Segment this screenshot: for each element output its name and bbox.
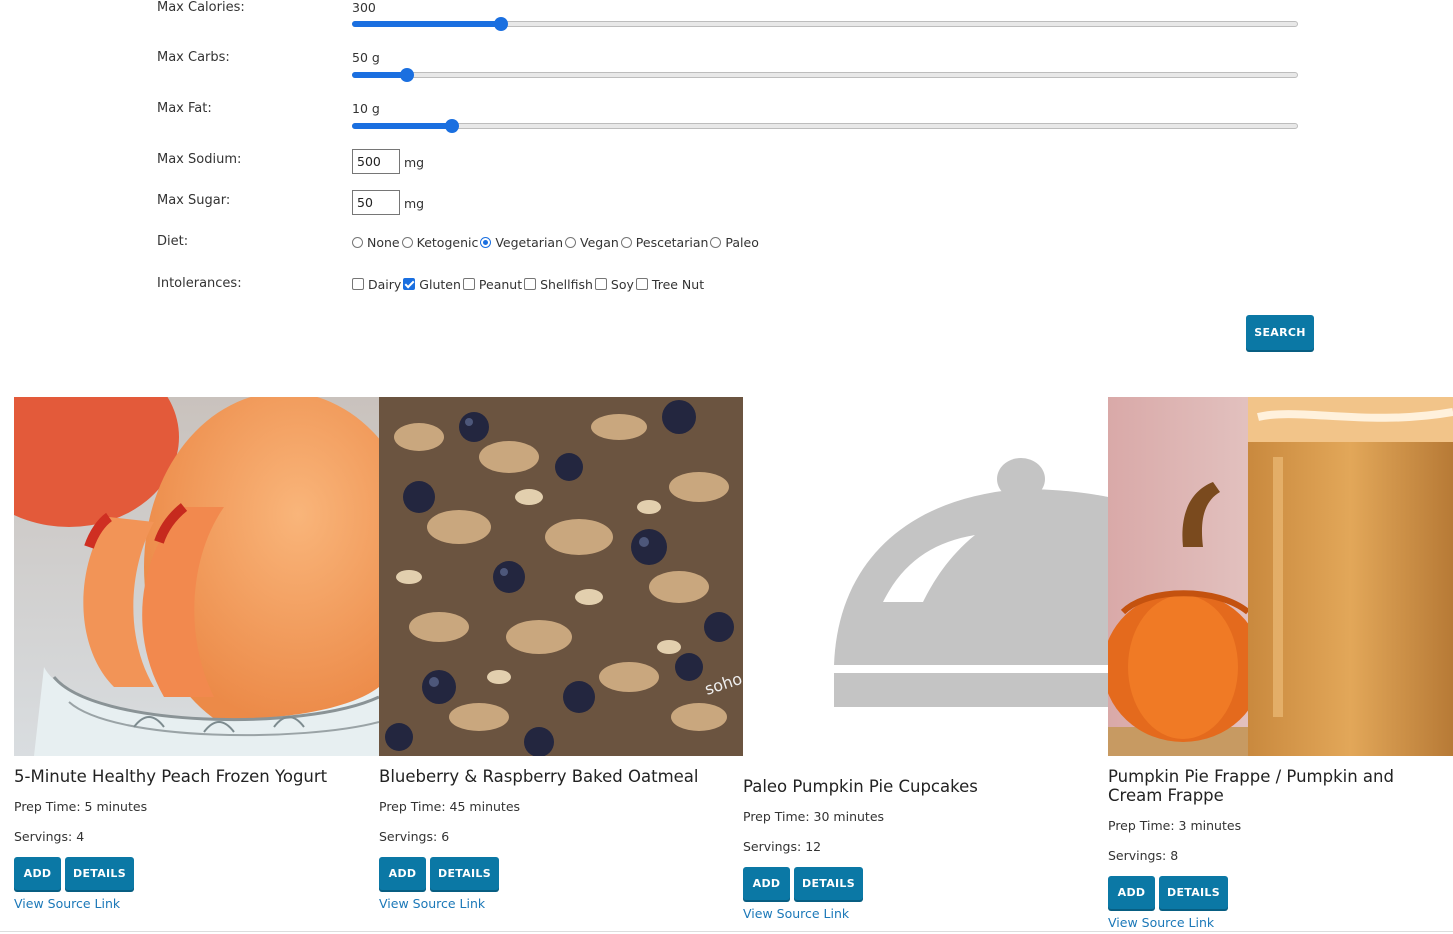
baked-oatmeal-photo: soho	[379, 397, 743, 756]
pumpkin-frappe-photo	[1108, 397, 1453, 756]
diet-radio-ketogenic[interactable]	[401, 237, 413, 248]
intolerance-checkbox-tree-nut[interactable]	[635, 277, 648, 290]
intolerance-checkbox-dairy[interactable]	[352, 277, 364, 290]
recipe-image-baked-oatmeal[interactable]: soho	[379, 397, 743, 756]
recipe-servings: Servings: 8	[1108, 848, 1179, 863]
max-calories-value: 300	[352, 0, 376, 15]
slider-fill	[352, 72, 407, 78]
recipe-details-button[interactable]: DETAILS	[1159, 876, 1228, 909]
intolerance-checkbox-gluten[interactable]	[403, 277, 416, 290]
slider-fill	[352, 21, 501, 27]
max-sodium-unit: mg	[404, 155, 425, 170]
diet-option-label: Paleo	[725, 235, 759, 250]
max-sugar-unit: mg	[404, 196, 425, 211]
intolerances-checkbox-group: Dairy Gluten Peanut Shellfish Soy Tree N…	[352, 277, 706, 292]
recipe-title[interactable]: Paleo Pumpkin Pie Cupcakes	[743, 777, 978, 796]
diet-option-label: Ketogenic	[416, 235, 479, 250]
recipe-title[interactable]: 5-Minute Healthy Peach Frozen Yogurt	[14, 767, 327, 786]
max-fat-value: 10 g	[352, 101, 380, 116]
recipe-servings: Servings: 6	[379, 829, 450, 844]
slider-track	[352, 72, 1298, 78]
peach-frozen-yogurt-photo	[14, 397, 379, 756]
slider-thumb[interactable]	[493, 17, 508, 31]
intolerances-label: Intolerances:	[157, 276, 242, 291]
max-sodium-label: Max Sodium:	[157, 152, 242, 167]
recipe-servings: Servings: 12	[743, 839, 822, 854]
max-calories-label: Max Calories:	[157, 0, 245, 15]
recipe-servings: Servings: 4	[14, 829, 85, 844]
slider-fill	[352, 123, 453, 129]
add-recipe-button[interactable]: ADD	[743, 867, 790, 900]
intolerance-checkbox-peanut[interactable]	[462, 277, 475, 290]
intolerance-checkbox-shellfish[interactable]	[524, 277, 537, 290]
add-recipe-button[interactable]: ADD	[1108, 876, 1155, 909]
max-carbs-value: 50 g	[352, 50, 380, 65]
slider-track	[352, 123, 1298, 129]
recipe-prep-time: Prep Time: 30 minutes	[743, 809, 885, 824]
diet-option-label: Vegetarian	[495, 235, 563, 250]
recipe-title[interactable]: Pumpkin Pie Frappe / Pumpkin and Cream F…	[1108, 767, 1453, 805]
view-source-link[interactable]: View Source Link	[14, 896, 120, 911]
recipe-image-pumpkin-frappe[interactable]	[1108, 397, 1453, 756]
slider-thumb[interactable]	[399, 68, 414, 82]
slider-thumb[interactable]	[445, 119, 460, 133]
diet-radio-group: None Ketogenic Vegetarian Vegan Pescetar…	[352, 235, 761, 250]
diet-label: Diet:	[157, 234, 189, 249]
recipe-prep-time: Prep Time: 45 minutes	[379, 799, 521, 814]
max-sodium-input[interactable]: 500	[352, 149, 400, 174]
intolerance-option-label: Shellfish	[540, 277, 593, 292]
intolerance-option-label: Dairy	[368, 277, 402, 292]
diet-radio-vegan[interactable]	[565, 237, 576, 248]
max-carbs-slider[interactable]	[352, 68, 1298, 82]
intolerance-option-label: Peanut	[478, 277, 523, 292]
add-recipe-button[interactable]: ADD	[379, 857, 426, 890]
view-source-link[interactable]: View Source Link	[1108, 915, 1214, 930]
recipe-details-button[interactable]: DETAILS	[794, 867, 863, 900]
recipe-prep-time: Prep Time: 5 minutes	[14, 799, 148, 814]
max-sugar-label: Max Sugar:	[157, 193, 231, 208]
max-fat-label: Max Fat:	[157, 101, 212, 116]
search-button[interactable]: SEARCH	[1246, 315, 1314, 350]
recipe-image-placeholder[interactable]	[743, 397, 1108, 767]
diet-radio-pescetarian[interactable]	[620, 237, 632, 248]
cloche-placeholder-icon	[743, 397, 1108, 767]
view-source-link[interactable]: View Source Link	[379, 896, 485, 911]
view-source-link[interactable]: View Source Link	[743, 906, 849, 921]
recipe-image-peach-frozen-yogurt[interactable]	[14, 397, 379, 756]
add-recipe-button[interactable]: ADD	[14, 857, 61, 890]
max-carbs-label: Max Carbs:	[157, 50, 230, 65]
footer-divider	[0, 931, 1453, 932]
diet-option-label: Pescetarian	[635, 235, 709, 250]
recipe-prep-time: Prep Time: 3 minutes	[1108, 818, 1242, 833]
diet-radio-vegetarian[interactable]	[480, 237, 492, 248]
intolerance-option-label: Tree Nut	[651, 277, 705, 292]
max-sugar-input[interactable]: 50	[352, 190, 400, 215]
recipe-title[interactable]: Blueberry & Raspberry Baked Oatmeal	[379, 767, 699, 786]
max-calories-slider[interactable]	[352, 17, 1298, 31]
recipe-details-button[interactable]: DETAILS	[430, 857, 499, 890]
diet-option-label: Vegan	[580, 235, 619, 250]
intolerance-option-label: Soy	[610, 277, 634, 292]
diet-option-label: None	[367, 235, 400, 250]
diet-radio-none[interactable]	[352, 237, 363, 248]
intolerance-checkbox-soy[interactable]	[594, 277, 607, 290]
recipe-details-button[interactable]: DETAILS	[65, 857, 134, 890]
max-fat-slider[interactable]	[352, 119, 1298, 133]
diet-radio-paleo[interactable]	[710, 237, 722, 248]
intolerance-option-label: Gluten	[419, 277, 461, 292]
